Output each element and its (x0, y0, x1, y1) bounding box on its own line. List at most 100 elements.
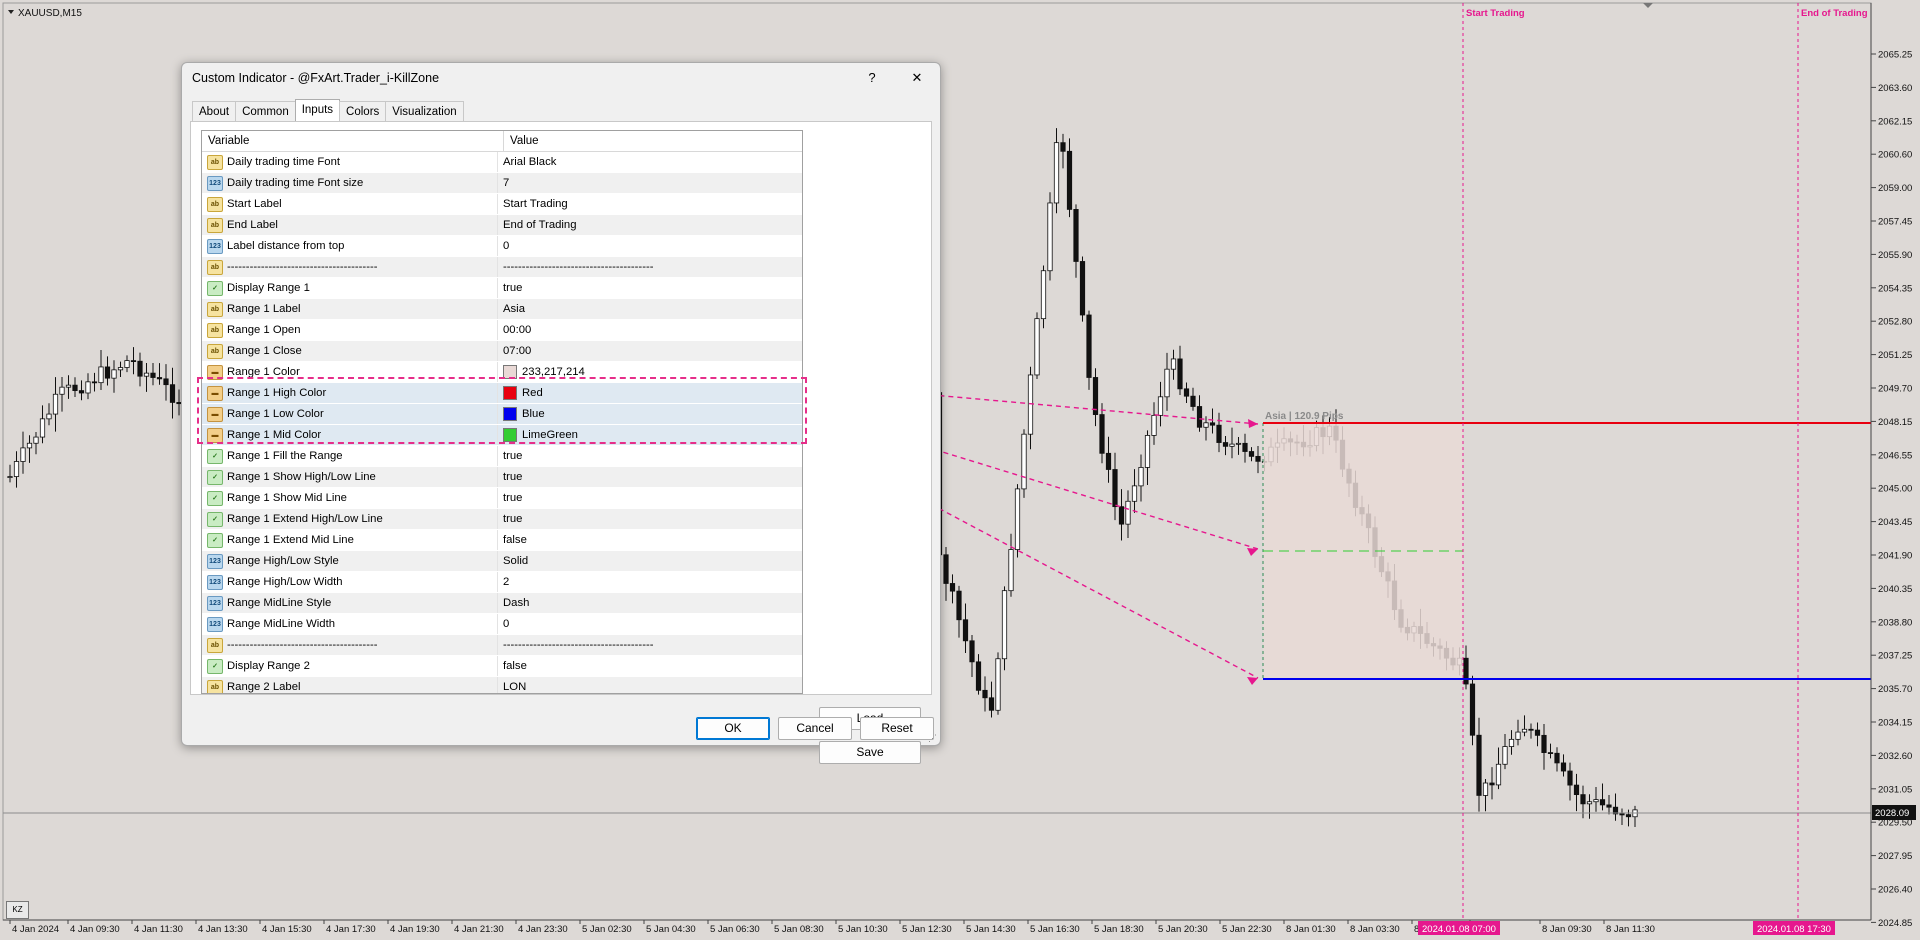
row-value[interactable]: 07:00 (498, 341, 802, 361)
table-row[interactable]: ✓ Display Range 1 true (202, 278, 802, 299)
price-tick-label: 2052.80 (1878, 317, 1912, 328)
table-row[interactable]: ✓ Range 1 Extend High/Low Line true (202, 509, 802, 530)
row-value[interactable]: Solid (498, 551, 802, 571)
row-value[interactable]: Start Trading (498, 194, 802, 214)
row-value[interactable]: LON (498, 677, 802, 693)
resize-grip-icon[interactable]: ⋰ (928, 733, 938, 743)
row-value[interactable]: Arial Black (498, 152, 802, 172)
ok-button[interactable]: OK (696, 717, 770, 740)
row-value[interactable]: true (498, 446, 802, 466)
table-row[interactable]: ▬ Range 1 Low Color Blue (202, 404, 802, 425)
row-variable: 123 Range High/Low Width (202, 572, 498, 592)
row-variable-name: Range 1 Fill the Range (227, 450, 343, 462)
table-row[interactable]: ✓ Range 1 Extend Mid Line false (202, 530, 802, 551)
time-tick-label: 4 Jan 11:30 (134, 924, 183, 935)
tab-common[interactable]: Common (235, 101, 296, 122)
row-value[interactable]: Red (498, 383, 802, 403)
close-button[interactable]: ✕ (902, 67, 932, 89)
reset-button[interactable]: Reset (860, 717, 934, 740)
row-value[interactable]: 00:00 (498, 320, 802, 340)
row-value[interactable]: Asia (498, 299, 802, 319)
price-tick-label: 2038.80 (1878, 617, 1912, 628)
row-value[interactable]: Dash (498, 593, 802, 613)
table-row[interactable]: ✓ Range 1 Show Mid Line true (202, 488, 802, 509)
start-time-value: 2024.01.08 07:00 (1422, 924, 1496, 935)
table-row[interactable]: 123 Range MidLine Width 0 (202, 614, 802, 635)
help-button[interactable]: ? (857, 67, 887, 89)
table-row[interactable]: ab Range 1 Label Asia (202, 299, 802, 320)
row-value[interactable]: 7 (498, 173, 802, 193)
table-row[interactable]: ab End Label End of Trading (202, 215, 802, 236)
row-value[interactable]: 2 (498, 572, 802, 592)
row-value[interactable]: ---------------------------------------- (498, 635, 802, 655)
row-value[interactable]: false (498, 656, 802, 676)
tab-colors[interactable]: Colors (339, 101, 387, 122)
table-row[interactable]: ab Range 1 Open 00:00 (202, 320, 802, 341)
boolean-type-icon: ✓ (207, 448, 223, 464)
row-value[interactable]: 0 (498, 614, 802, 634)
candle-body (85, 381, 91, 394)
row-value-text: false (503, 534, 527, 546)
candle-body (956, 590, 962, 621)
table-row[interactable]: ab --------------------------------------… (202, 635, 802, 656)
table-row[interactable]: 123 Range High/Low Width 2 (202, 572, 802, 593)
vertical-scrollbar[interactable] (799, 153, 802, 691)
table-row[interactable]: ▬ Range 1 Color 233,217,214 (202, 362, 802, 383)
table-row[interactable]: 123 Label distance from top 0 (202, 236, 802, 257)
table-row[interactable]: 123 Range High/Low Style Solid (202, 551, 802, 572)
column-header-variable[interactable]: Variable (202, 131, 504, 151)
table-row[interactable]: ✓ Range 1 Fill the Range true (202, 446, 802, 467)
row-value[interactable]: true (498, 509, 802, 529)
table-row[interactable]: ab Daily trading time Font Arial Black (202, 152, 802, 173)
table-row[interactable]: ab Range 1 Close 07:00 (202, 341, 802, 362)
candle-body (1183, 388, 1190, 397)
row-value[interactable]: true (498, 467, 802, 487)
dialog-title: Custom Indicator - @FxArt.Trader_i-KillZ… (192, 71, 440, 85)
row-variable-name: Range 1 Color (227, 366, 300, 378)
row-value[interactable]: true (498, 278, 802, 298)
candle-body (1027, 374, 1034, 435)
table-row[interactable]: ▬ Range 1 Mid Color LimeGreen (202, 425, 802, 446)
indicator-toggle-button[interactable]: KZ (6, 901, 29, 919)
cancel-button[interactable]: Cancel (778, 717, 852, 740)
table-row[interactable]: ✓ Display Range 2 false (202, 656, 802, 677)
candle-body (1547, 752, 1554, 754)
candle-body (7, 476, 13, 478)
row-value[interactable]: 0 (498, 236, 802, 256)
time-tick-label: 4 Jan 2024 (12, 924, 59, 935)
table-row[interactable]: ✓ Range 1 Show High/Low Line true (202, 467, 802, 488)
table-row[interactable]: ▬ Range 1 High Color Red (202, 383, 802, 404)
candle-body (1222, 442, 1229, 447)
tab-inputs[interactable]: Inputs (294, 99, 341, 122)
end-time-value: 2024.01.08 17:30 (1757, 924, 1831, 935)
candle-body (1151, 414, 1157, 436)
candle-body (995, 658, 1001, 711)
candle-body (1112, 469, 1118, 508)
row-value[interactable]: LimeGreen (498, 425, 802, 445)
table-row[interactable]: ab Start Label Start Trading (202, 194, 802, 215)
candle-body (1008, 549, 1014, 592)
table-row[interactable]: ab --------------------------------------… (202, 257, 802, 278)
candle-body (982, 689, 988, 699)
table-row[interactable]: 123 Daily trading time Font size 7 (202, 173, 802, 194)
row-variable-name: Range 1 Show Mid Line (227, 492, 347, 504)
row-value-text: Dash (503, 597, 530, 609)
row-value[interactable]: End of Trading (498, 215, 802, 235)
row-value-text: Asia (503, 303, 525, 315)
column-header-value[interactable]: Value (504, 131, 539, 151)
candle-body (1034, 318, 1040, 376)
row-value-text: 0 (503, 618, 510, 630)
tab-visualization[interactable]: Visualization (385, 101, 464, 122)
row-value[interactable]: true (498, 488, 802, 508)
tab-about[interactable]: About (192, 101, 237, 122)
price-tick-label: 2045.00 (1878, 484, 1912, 495)
row-value[interactable]: false (498, 530, 802, 550)
row-value[interactable]: ---------------------------------------- (498, 257, 802, 277)
row-variable-name: ---------------------------------------- (227, 261, 378, 273)
table-row[interactable]: 123 Range MidLine Style Dash (202, 593, 802, 614)
row-value[interactable]: Blue (498, 404, 802, 424)
row-value-text: Arial Black (503, 156, 557, 168)
save-button[interactable]: Save (819, 741, 921, 764)
row-value[interactable]: 233,217,214 (498, 362, 802, 382)
table-row[interactable]: ab Range 2 Label LON (202, 677, 802, 693)
